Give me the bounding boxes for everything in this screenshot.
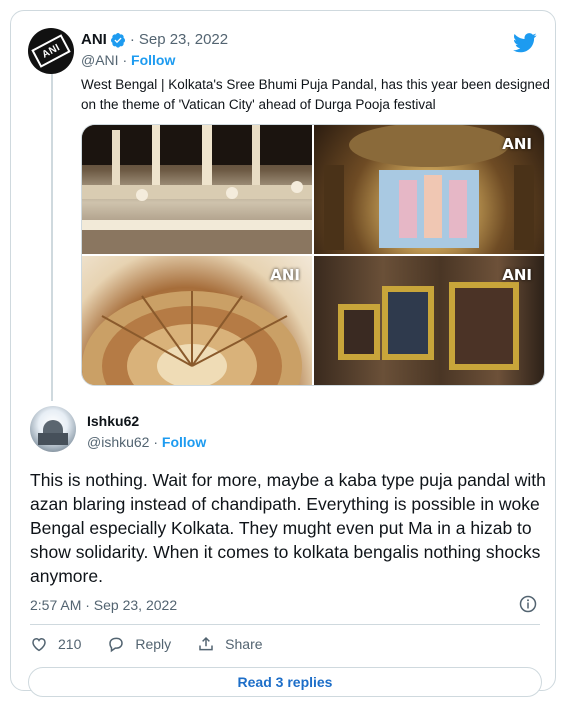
author-handle[interactable]: @ANI <box>81 52 119 68</box>
tweet-date[interactable]: Sep 23, 2022 <box>139 31 228 48</box>
tweet-text: West Bengal | Kolkata's Sree Bhumi Puja … <box>81 77 550 112</box>
like-count: 210 <box>58 636 82 652</box>
thread-line <box>51 71 53 401</box>
media-image-idol[interactable]: ANI <box>314 125 544 254</box>
reply-button[interactable]: Reply <box>107 635 171 653</box>
media-image-dome[interactable]: ANI <box>82 256 312 385</box>
tweet-subheader: @ANI · Follow <box>81 52 175 68</box>
ani-watermark: ANI <box>270 266 300 284</box>
author-name[interactable]: ANI <box>81 31 107 48</box>
heart-icon <box>32 637 46 652</box>
avatar-building-shape <box>38 433 68 445</box>
painting-frame <box>449 282 519 370</box>
info-icon[interactable] <box>519 595 537 613</box>
share-button[interactable]: Share <box>197 635 263 653</box>
facade-illustration <box>82 125 312 254</box>
embedded-tweet-card: ANI ANI · Sep 23, 2022 @ANI · Follow Wes… <box>10 10 556 697</box>
reply-author-name[interactable]: Ishku62 <box>87 413 139 429</box>
follow-button[interactable]: Follow <box>131 52 175 68</box>
reply-timestamp[interactable]: 2:57 AM · Sep 23, 2022 <box>30 597 177 613</box>
reply-icon <box>109 637 124 653</box>
media-image-facade[interactable] <box>82 125 312 254</box>
media-grid: ANI ANI ANI <box>81 124 545 386</box>
like-button[interactable]: 210 <box>30 635 81 653</box>
twitter-bird-icon[interactable] <box>513 33 537 53</box>
avatar-dome-shape <box>43 420 63 434</box>
reply-follow-button[interactable]: Follow <box>162 434 206 450</box>
ani-watermark: ANI <box>502 266 532 284</box>
read-replies-button[interactable]: Read 3 replies <box>28 667 542 697</box>
ani-avatar[interactable]: ANI <box>28 28 74 74</box>
action-bar: 210 Reply Share <box>30 635 289 653</box>
ani-watermark: ANI <box>502 135 532 153</box>
media-image-paintings[interactable]: ANI <box>314 256 544 385</box>
painting-frame <box>382 286 434 360</box>
reply-text: This is nothing. Wait for more, maybe a … <box>30 470 546 586</box>
reply-author-handle[interactable]: @ishku62 <box>87 434 149 450</box>
dot-separator: · <box>153 434 162 450</box>
dot-separator: · <box>122 52 132 68</box>
tweet-date-prefix: · <box>129 31 135 48</box>
reply-label: Reply <box>135 636 172 652</box>
verified-badge-icon <box>110 32 125 48</box>
painting-frame <box>338 304 380 360</box>
divider <box>30 624 540 625</box>
share-icon <box>199 636 213 651</box>
reply-subheader: @ishku62 · Follow <box>87 434 206 450</box>
tweet-header: ANI · Sep 23, 2022 <box>81 31 228 48</box>
share-label: Share <box>225 636 263 652</box>
ani-logo: ANI <box>31 34 71 68</box>
ishku-avatar[interactable] <box>30 406 76 452</box>
